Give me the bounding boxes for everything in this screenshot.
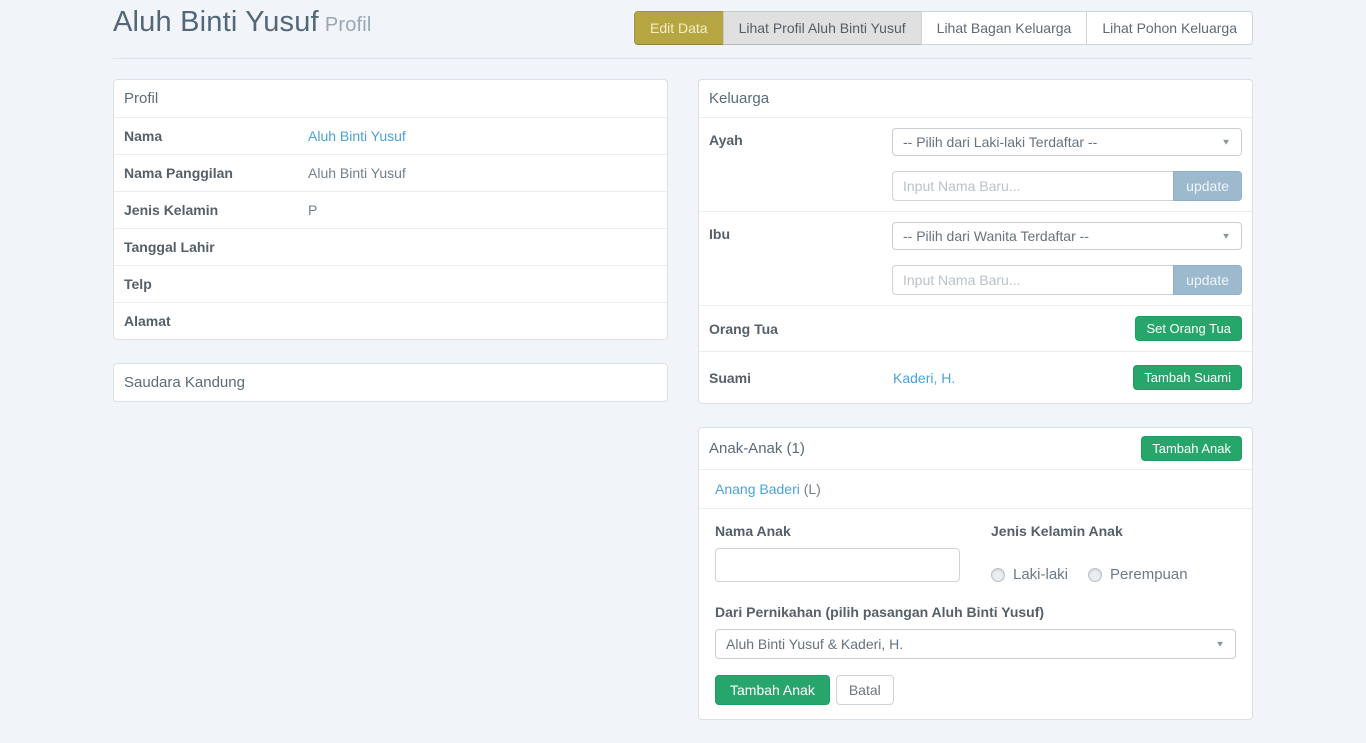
lihat-profil-button[interactable]: Lihat Profil Aluh Binti Yusuf (723, 11, 922, 45)
ibu-select[interactable]: -- Pilih dari Wanita Terdaftar -- ▼ (892, 222, 1242, 250)
row-label: Nama (124, 128, 308, 144)
nama-anak-input[interactable] (715, 548, 960, 582)
row-label: Tanggal Lahir (124, 239, 308, 255)
chevron-down-icon: ▼ (1221, 138, 1231, 147)
radio-laki-laki[interactable]: Laki-laki (991, 566, 1068, 583)
tambah-anak-header-button[interactable]: Tambah Anak (1141, 436, 1242, 461)
anak-anak-card: Anak-Anak (1) Tambah Anak Anang Baderi (… (698, 427, 1253, 720)
row-value: P (308, 202, 317, 218)
ayah-label: Ayah (709, 128, 892, 148)
radio-perempuan-label: Perempuan (1110, 566, 1188, 583)
orang-tua-row: Orang Tua Set Orang Tua (699, 305, 1252, 351)
chevron-down-icon: ▼ (1215, 640, 1225, 649)
orang-tua-label: Orang Tua (709, 321, 893, 337)
saudara-kandung-header: Saudara Kandung (114, 364, 667, 401)
lihat-bagan-button[interactable]: Lihat Bagan Keluarga (921, 11, 1088, 45)
ayah-select[interactable]: -- Pilih dari Laki-laki Terdaftar -- ▼ (892, 128, 1242, 156)
child-gender-suffix: (L) (804, 481, 821, 497)
chevron-down-icon: ▼ (1221, 232, 1231, 241)
nama-anak-label: Nama Anak (715, 523, 960, 539)
profil-card-header: Profil (114, 80, 667, 117)
table-row: Tanggal Lahir (114, 228, 667, 265)
row-value: Aluh Binti Yusuf (308, 165, 406, 181)
suami-label: Suami (709, 370, 893, 386)
radio-laki-laki-label: Laki-laki (1013, 566, 1068, 583)
radio-icon[interactable] (1088, 568, 1102, 582)
row-label: Nama Panggilan (124, 165, 308, 181)
view-switcher: Edit Data Lihat Profil Aluh Binti Yusuf … (634, 11, 1253, 45)
set-orang-tua-button[interactable]: Set Orang Tua (1135, 316, 1242, 341)
nama-link[interactable]: Aluh Binti Yusuf (308, 128, 406, 144)
page-subtitle: Profil (325, 14, 372, 36)
ibu-row: Ibu -- Pilih dari Wanita Terdaftar -- ▼ … (699, 211, 1252, 305)
table-row: Nama Aluh Binti Yusuf (114, 117, 667, 154)
ibu-new-name-input[interactable] (892, 265, 1173, 295)
radio-perempuan[interactable]: Perempuan (1088, 566, 1188, 583)
page: Aluh Binti Yusuf Profil Edit Data Lihat P… (113, 0, 1253, 743)
ibu-label: Ibu (709, 222, 892, 242)
tambah-suami-button[interactable]: Tambah Suami (1133, 365, 1242, 390)
page-header: Aluh Binti Yusuf Profil Edit Data Lihat P… (113, 6, 1253, 45)
ayah-row: Ayah -- Pilih dari Laki-laki Terdaftar -… (699, 117, 1252, 211)
ayah-select-value: -- Pilih dari Laki-laki Terdaftar -- (903, 134, 1097, 150)
ayah-new-name-input[interactable] (892, 171, 1173, 201)
page-title: Aluh Binti Yusuf Profil (113, 6, 372, 39)
anak-anak-card-header: Anak-Anak (1) Tambah Anak (699, 428, 1252, 469)
right-column: Keluarga Ayah -- Pilih dari Laki-laki Te… (698, 79, 1253, 743)
suami-link[interactable]: Kaderi, H. (893, 370, 955, 386)
row-label: Telp (124, 276, 308, 292)
saudara-kandung-card: Saudara Kandung (113, 363, 668, 402)
keluarga-card: Keluarga Ayah -- Pilih dari Laki-laki Te… (698, 79, 1253, 404)
pernikahan-select-value: Aluh Binti Yusuf & Kaderi, H. (726, 636, 903, 652)
list-item: Anang Baderi (L) (699, 469, 1252, 508)
row-label: Alamat (124, 313, 308, 329)
ibu-select-value: -- Pilih dari Wanita Terdaftar -- (903, 228, 1089, 244)
table-row: Alamat (114, 302, 667, 339)
batal-button[interactable]: Batal (836, 675, 894, 705)
anak-anak-title: Anak-Anak (1) (709, 440, 805, 457)
add-child-form: Nama Anak Jenis Kelamin Anak Laki-laki (699, 508, 1252, 719)
header-divider (113, 58, 1253, 59)
table-row: Nama Panggilan Aluh Binti Yusuf (114, 154, 667, 191)
edit-data-button[interactable]: Edit Data (634, 11, 724, 45)
child-link[interactable]: Anang Baderi (715, 481, 800, 497)
ayah-update-button[interactable]: update (1173, 171, 1242, 201)
pernikahan-select[interactable]: Aluh Binti Yusuf & Kaderi, H. ▼ (715, 629, 1236, 659)
person-name: Aluh Binti Yusuf (113, 6, 319, 38)
jenis-kelamin-anak-label: Jenis Kelamin Anak (991, 523, 1236, 539)
table-row: Telp (114, 265, 667, 302)
table-row: Jenis Kelamin P (114, 191, 667, 228)
suami-row: Suami Kaderi, H. Tambah Suami (699, 351, 1252, 403)
left-column: Profil Nama Aluh Binti Yusuf Nama Panggi… (113, 79, 668, 743)
tambah-anak-submit-button[interactable]: Tambah Anak (715, 675, 830, 705)
keluarga-card-header: Keluarga (699, 80, 1252, 117)
ibu-update-button[interactable]: update (1173, 265, 1242, 295)
profil-card: Profil Nama Aluh Binti Yusuf Nama Panggi… (113, 79, 668, 340)
lihat-pohon-button[interactable]: Lihat Pohon Keluarga (1086, 11, 1253, 45)
radio-icon[interactable] (991, 568, 1005, 582)
dari-pernikahan-label: Dari Pernikahan (pilih pasangan Aluh Bin… (715, 604, 1236, 620)
row-label: Jenis Kelamin (124, 202, 308, 218)
